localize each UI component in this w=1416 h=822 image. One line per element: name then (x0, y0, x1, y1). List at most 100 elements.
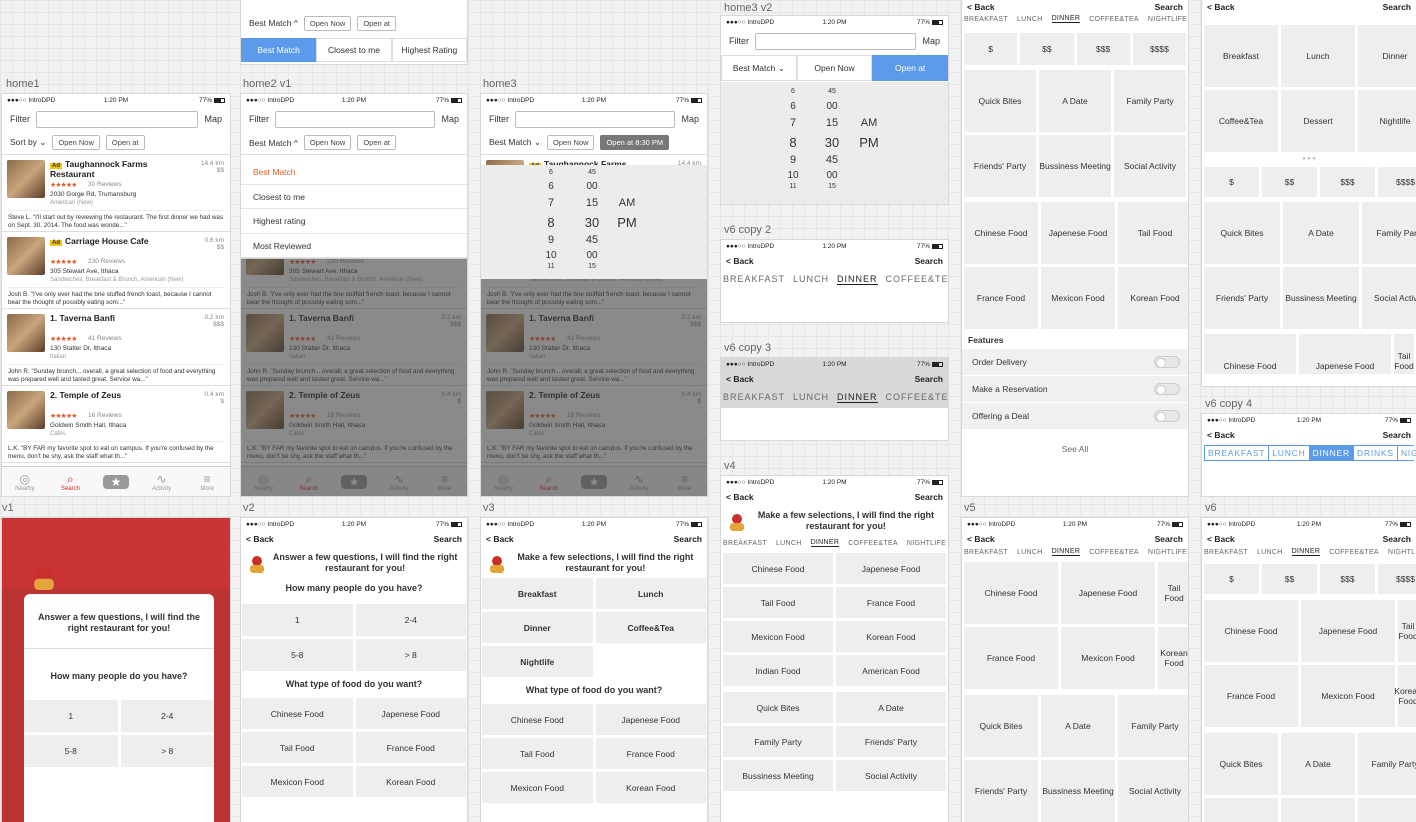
time-picker[interactable]: 6 45 6 00 7 15 AM 8 30 PM 9 45 10 00 11 15 (481, 165, 707, 279)
sort-option[interactable]: Best Match (241, 160, 467, 185)
option-cell[interactable]: 1 (24, 700, 118, 732)
option-cell[interactable]: Mexicon Food (482, 772, 593, 803)
back-button[interactable]: < Back (1207, 430, 1235, 440)
meal-tab-breakfast[interactable]: BREAKFAST (723, 274, 785, 284)
meal-seg-dinner[interactable]: DINNER (1309, 446, 1354, 460)
back-button[interactable]: < Back (486, 534, 514, 544)
back-button[interactable]: < Back (246, 534, 274, 544)
occasion-option[interactable]: Bussiness Meeting (1041, 760, 1115, 822)
option-cell[interactable]: Korean Food (836, 621, 946, 652)
food-option[interactable]: Chinese Food (1204, 334, 1296, 374)
option-cell[interactable]: Chinese Food (723, 553, 833, 584)
option-cell[interactable]: Chinese Food (242, 698, 353, 729)
meal-seg-breakfast[interactable]: BREAKFAST (1205, 446, 1270, 460)
search-button[interactable]: Search (1155, 534, 1183, 544)
price-option[interactable]: $ (1204, 167, 1259, 197)
search-button[interactable]: Search (1383, 430, 1411, 440)
back-button[interactable]: < Back (1207, 534, 1235, 544)
meal-tab-breakfast[interactable]: BREAKFAST (723, 540, 767, 547)
price-option[interactable]: $$ (1262, 564, 1317, 594)
listing-item[interactable]: AdTaughannock Farms Restaurant ★★★★★ 30 Re… (2, 155, 230, 232)
meal-tab-dinner[interactable]: DINNER (1291, 548, 1321, 556)
food-option[interactable]: France Food (1204, 665, 1298, 727)
tab-more[interactable]: ≡More (187, 472, 227, 492)
food-option[interactable]: Mexicon Food (1061, 627, 1155, 689)
food-option[interactable]: Tail Food (1394, 334, 1414, 374)
meal-tab-dinner[interactable]: DINNER (1051, 15, 1081, 23)
option-cell[interactable]: France Food (836, 587, 946, 618)
food-option[interactable]: Tail Food (1118, 202, 1188, 264)
map-button[interactable]: Map (441, 114, 459, 124)
meal-tab-coffeetea[interactable]: COFFEE&TEA (848, 540, 898, 547)
meal-tab-breakfast[interactable]: BREAKFAST (964, 16, 1008, 23)
open-at-button[interactable]: Open at (357, 15, 397, 31)
occasion-option[interactable]: Social Activity (1118, 760, 1188, 822)
option-cell[interactable]: Tail Food (242, 732, 353, 763)
search-button[interactable]: Search (674, 534, 702, 544)
occasion-option[interactable]: Friends' Party (964, 135, 1036, 197)
meal-option[interactable]: Dinner (1358, 25, 1416, 87)
meal-tab-lunch[interactable]: LUNCH (793, 274, 829, 284)
dim-overlay[interactable] (481, 279, 707, 496)
back-button[interactable]: < Back (726, 492, 754, 502)
option-cell[interactable]: Chinese Food (482, 704, 593, 735)
search-button[interactable]: Search (915, 492, 943, 502)
meal-tab-coffeetea[interactable]: COFFEE&TEA (886, 274, 948, 284)
occasion-option[interactable]: Family Party (1358, 733, 1416, 795)
occasion-option[interactable]: Bussiness Meeting (1039, 135, 1111, 197)
time-picker[interactable]: 6 45 6 00 7 15 AM 8 30 PM 9 45 10 00 11 15 (721, 82, 948, 204)
price-option[interactable]: $$$ (1320, 564, 1375, 594)
back-button[interactable]: < Back (967, 2, 995, 12)
meal-tab-lunch[interactable]: LUNCH (1257, 549, 1283, 556)
best-match-dropdown[interactable]: Best Match ⌄ (489, 137, 541, 148)
meal-tab-dinner[interactable]: DINNER (837, 392, 878, 403)
price-option[interactable]: $$$ (1076, 33, 1130, 65)
search-button[interactable]: Search (915, 256, 943, 266)
option-cell[interactable]: Tail Food (482, 738, 593, 769)
back-button[interactable]: < Back (967, 534, 995, 544)
occasion-option[interactable]: A Date (1039, 70, 1111, 132)
meal-tab-coffeetea[interactable]: COFFEE&TEA (1089, 549, 1139, 556)
open-at-button[interactable]: Open at (357, 135, 397, 150)
meal-tab-coffeetea[interactable]: COFFEE&TEA (1329, 549, 1379, 556)
best-match-dropdown[interactable]: Best Match ⌄ (721, 55, 797, 81)
occasion-option[interactable]: Family Party (1118, 695, 1188, 757)
open-now-button[interactable]: Open Now (303, 15, 352, 31)
seg-highest[interactable]: Highest Rating (391, 38, 467, 62)
restaurant-name[interactable]: 2. Temple of Zeus (50, 390, 180, 400)
food-option[interactable]: Chinese Food (1204, 600, 1298, 662)
occasion-option[interactable]: Quick Bites (1204, 733, 1278, 795)
price-option[interactable]: $ (1204, 564, 1259, 594)
option-cell[interactable]: Family Party (723, 726, 833, 757)
search-button[interactable]: Search (434, 534, 462, 544)
map-button[interactable]: Map (681, 114, 699, 124)
occasion-option[interactable]: Social Activity (1114, 135, 1186, 197)
seg-best-match[interactable]: Best Match (241, 38, 317, 62)
occasion-option[interactable]: Friends' Party (1204, 267, 1280, 329)
option-cell[interactable]: American Food (836, 655, 946, 686)
sort-by-dropdown[interactable]: Sort by ⌄ (10, 137, 46, 148)
search-button[interactable]: Search (1383, 534, 1411, 544)
occasion-option[interactable]: A Date (1041, 695, 1115, 757)
option-cell[interactable]: Lunch (595, 578, 706, 609)
occasion-option[interactable]: Quick Bites (964, 695, 1038, 757)
option-cell[interactable]: > 8 (355, 639, 466, 671)
filter-input[interactable] (515, 110, 676, 128)
filter-input[interactable] (36, 110, 199, 128)
option-cell[interactable]: Social Activity (836, 760, 946, 791)
option-cell[interactable]: Korean Food (595, 772, 706, 803)
best-match-dropdown[interactable]: Best Match ^ (249, 18, 298, 28)
price-option[interactable]: $ (964, 33, 1018, 65)
food-option[interactable]: Japenese Food (1299, 334, 1391, 374)
meal-tab-lunch[interactable]: LUNCH (793, 392, 829, 402)
option-cell[interactable]: Japenese Food (836, 553, 946, 584)
feature-toggle[interactable] (1154, 410, 1180, 422)
price-option[interactable]: $$$$ (1132, 33, 1186, 65)
open-at-button[interactable]: Open at (105, 135, 145, 150)
price-option[interactable]: $$ (1262, 167, 1317, 197)
option-cell[interactable]: Coffee&Tea (595, 612, 706, 643)
map-button[interactable]: Map (922, 36, 940, 46)
occasion-option[interactable]: A Date (1281, 733, 1355, 795)
food-option[interactable]: Tail Food (1158, 562, 1188, 624)
meal-tab-coffeetea[interactable]: COFFEE&TEA (1089, 16, 1139, 23)
